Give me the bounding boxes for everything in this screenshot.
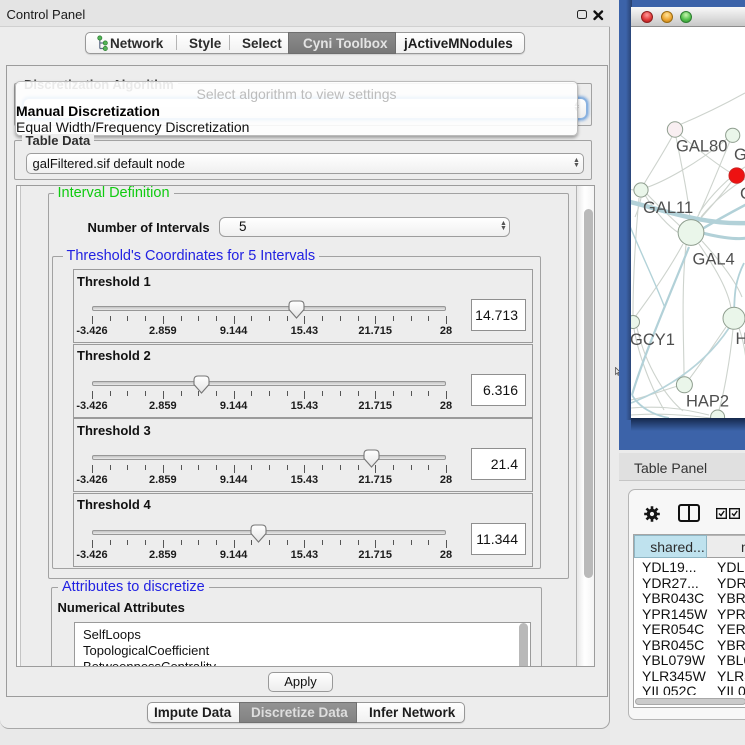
- svg-text:GCY1: GCY1: [631, 331, 675, 349]
- svg-text:C: C: [740, 185, 745, 203]
- svg-text:GAL4: GAL4: [693, 251, 735, 269]
- svg-text:G...: G...: [734, 146, 745, 164]
- svg-text:GAL80: GAL80: [676, 138, 727, 156]
- svg-text:H: H: [736, 330, 745, 348]
- svg-text:HAP2: HAP2: [686, 393, 729, 411]
- svg-text:GAL11: GAL11: [643, 199, 693, 217]
